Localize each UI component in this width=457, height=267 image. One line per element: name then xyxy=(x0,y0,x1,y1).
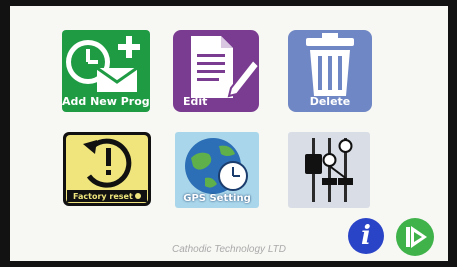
clock-envelope-plus-icon xyxy=(66,36,140,92)
settings-button[interactable] xyxy=(288,132,370,208)
globe-clock-icon xyxy=(185,138,248,194)
play-next-icon xyxy=(406,226,427,248)
factory-reset-button[interactable]: Factory reset xyxy=(63,132,151,206)
edit-label: Edit xyxy=(183,95,208,108)
clock-undo-icon xyxy=(83,138,132,188)
status-dot-icon xyxy=(135,193,141,199)
gps-setting-label: GPS Setting xyxy=(183,193,251,204)
add-new-program-button[interactable]: Add New Prog. xyxy=(62,30,150,112)
document-pencil-icon xyxy=(191,36,259,98)
sliders-icon xyxy=(305,138,353,202)
trash-icon xyxy=(306,33,354,96)
edit-button[interactable]: Edit xyxy=(173,30,259,112)
delete-button[interactable]: Delete xyxy=(288,30,372,112)
next-button[interactable] xyxy=(396,218,434,256)
info-button[interactable]: i xyxy=(348,218,384,254)
info-icon: i xyxy=(361,221,371,251)
touch-screen: Add New Prog. Edit Delete Factory reset … xyxy=(10,6,448,261)
gps-setting-button[interactable]: GPS Setting xyxy=(175,132,259,208)
delete-label: Delete xyxy=(309,95,351,108)
add-new-program-label: Add New Prog. xyxy=(62,95,150,108)
